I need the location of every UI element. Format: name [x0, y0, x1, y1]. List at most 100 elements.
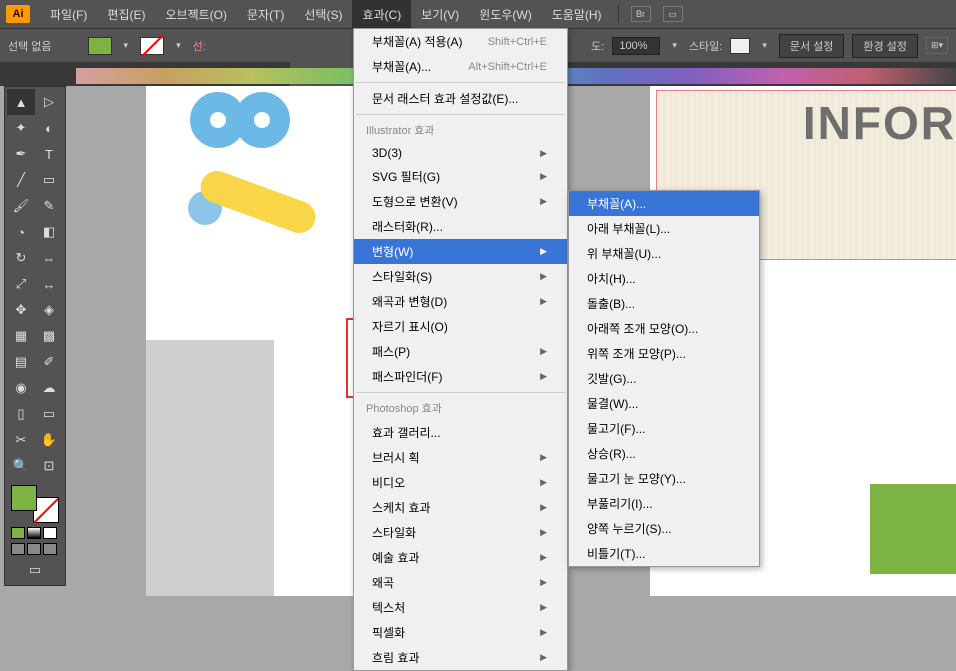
- warp-item[interactable]: 물고기(F)...: [569, 416, 759, 441]
- bridge-icon[interactable]: Br: [631, 6, 651, 22]
- warp-item[interactable]: 물고기 눈 모양(Y)...: [569, 466, 759, 491]
- mesh-tool[interactable]: ▩: [35, 323, 63, 349]
- menu-object[interactable]: 오브젝트(O): [155, 0, 237, 29]
- illustrator-effect-item[interactable]: 도형으로 변환(V)▶: [354, 189, 567, 214]
- illustrator-effect-item[interactable]: 왜곡과 변형(D)▶: [354, 289, 567, 314]
- arrange-icon[interactable]: ▭: [663, 6, 683, 22]
- zoom-tool[interactable]: 🔍: [7, 453, 35, 479]
- illustrator-effect-item[interactable]: 래스터화(R)...: [354, 214, 567, 239]
- free-transform-tool[interactable]: ✥: [7, 297, 35, 323]
- eraser-tool[interactable]: ◧: [35, 219, 63, 245]
- none-mode[interactable]: [43, 527, 57, 539]
- direct-selection-tool[interactable]: ▷: [35, 89, 63, 115]
- menu-last-effect[interactable]: 부채꼴(A)...Alt+Shift+Ctrl+E: [354, 54, 567, 79]
- photoshop-effect-item[interactable]: 예술 효과▶: [354, 545, 567, 570]
- main-menubar: Ai 파일(F) 편집(E) 오브젝트(O) 문자(T) 선택(S) 효과(C)…: [0, 0, 956, 28]
- illustrator-effect-item[interactable]: 변형(W)▶: [354, 239, 567, 264]
- warp-item[interactable]: 위쪽 조개 모양(P)...: [569, 341, 759, 366]
- menu-window[interactable]: 윈도우(W): [469, 0, 541, 29]
- warp-item[interactable]: 비틀기(T)...: [569, 541, 759, 566]
- pencil-tool[interactable]: ✎: [35, 193, 63, 219]
- warp-item[interactable]: 부채꼴(A)...: [569, 191, 759, 216]
- warp-item[interactable]: 상승(R)...: [569, 441, 759, 466]
- hand-tool[interactable]: ✋: [35, 427, 63, 453]
- photoshop-effect-item[interactable]: 비디오▶: [354, 470, 567, 495]
- menu-view[interactable]: 보기(V): [411, 0, 469, 29]
- menu-edit[interactable]: 편집(E): [97, 0, 155, 29]
- warp-item[interactable]: 아래 부채꼴(L)...: [569, 216, 759, 241]
- draw-behind[interactable]: [27, 543, 41, 555]
- stroke-swatch[interactable]: [140, 37, 164, 55]
- eyedropper-tool[interactable]: ✐: [35, 349, 63, 375]
- menu-file[interactable]: 파일(F): [40, 0, 97, 29]
- menu-effect[interactable]: 효과(C): [352, 0, 411, 29]
- lasso-tool[interactable]: ◐: [35, 115, 63, 141]
- menu-raster-settings[interactable]: 문서 래스터 효과 설정값(E)...: [354, 86, 567, 111]
- align-icon[interactable]: ⊞▾: [926, 37, 948, 54]
- photoshop-effect-item[interactable]: 왜곡▶: [354, 570, 567, 595]
- photoshop-effect-item[interactable]: 효과 갤러리...: [354, 420, 567, 445]
- type-tool[interactable]: T: [35, 141, 63, 167]
- magic-wand-tool[interactable]: ✦: [7, 115, 35, 141]
- pen-tool[interactable]: ✒: [7, 141, 35, 167]
- illustrator-effect-item[interactable]: SVG 필터(G)▶: [354, 164, 567, 189]
- fill-color[interactable]: [11, 485, 37, 511]
- doc-setup-button[interactable]: 문서 설정: [779, 34, 845, 58]
- prefs-button[interactable]: 환경 설정: [852, 34, 918, 58]
- symbol-tool[interactable]: ☁: [35, 375, 63, 401]
- shape-builder-tool[interactable]: ◈: [35, 297, 63, 323]
- photoshop-effect-item[interactable]: 스타일화▶: [354, 520, 567, 545]
- rotate-tool[interactable]: ↻: [7, 245, 35, 271]
- opacity-input[interactable]: [612, 37, 660, 55]
- selection-tool[interactable]: ▲: [7, 89, 35, 115]
- slice-tool[interactable]: ✂: [7, 427, 35, 453]
- illustrator-effect-item[interactable]: 3D(3)▶: [354, 142, 567, 164]
- line-tool[interactable]: ╱: [7, 167, 35, 193]
- illustrator-effect-item[interactable]: 스타일화(S)▶: [354, 264, 567, 289]
- draw-inside[interactable]: [43, 543, 57, 555]
- blend-tool[interactable]: ◉: [7, 375, 35, 401]
- toggle-tool[interactable]: ⊡: [35, 453, 63, 479]
- illustrator-effect-item[interactable]: 패스(P)▶: [354, 339, 567, 364]
- style-swatch[interactable]: [730, 38, 750, 54]
- screen-mode-button[interactable]: ▭: [7, 557, 63, 583]
- draw-normal[interactable]: [11, 543, 25, 555]
- gradient-mode[interactable]: [27, 527, 41, 539]
- stroke-dropdown[interactable]: ▾: [172, 40, 185, 51]
- fill-swatch[interactable]: [88, 37, 112, 55]
- graph-tool[interactable]: ▯: [7, 401, 35, 427]
- style-dropdown[interactable]: ▾: [758, 40, 771, 51]
- rectangle-tool[interactable]: ▭: [35, 167, 63, 193]
- paintbrush-tool[interactable]: 🖌: [7, 193, 35, 219]
- reflect-tool[interactable]: ⇔: [35, 245, 63, 271]
- photoshop-effect-item[interactable]: 흐림 효과▶: [354, 645, 567, 670]
- warp-item[interactable]: 아치(H)...: [569, 266, 759, 291]
- illustrator-effect-item[interactable]: 패스파인더(F)▶: [354, 364, 567, 389]
- width-tool[interactable]: ↔: [35, 271, 63, 297]
- fill-stroke-area[interactable]: [7, 483, 63, 525]
- photoshop-effect-item[interactable]: 브러시 획▶: [354, 445, 567, 470]
- menu-type[interactable]: 문자(T): [237, 0, 294, 29]
- photoshop-effect-item[interactable]: 스케치 효과▶: [354, 495, 567, 520]
- menu-select[interactable]: 선택(S): [294, 0, 352, 29]
- warp-item[interactable]: 위 부채꼴(U)...: [569, 241, 759, 266]
- perspective-tool[interactable]: ▦: [7, 323, 35, 349]
- fill-dropdown[interactable]: ▾: [120, 40, 133, 51]
- menu-help[interactable]: 도움말(H): [542, 0, 612, 29]
- opacity-dropdown[interactable]: ▾: [668, 40, 681, 51]
- illustrator-effect-item[interactable]: 자르기 표시(O): [354, 314, 567, 339]
- photoshop-effect-item[interactable]: 픽셀화▶: [354, 620, 567, 645]
- warp-item[interactable]: 아래쪽 조개 모양(O)...: [569, 316, 759, 341]
- warp-item[interactable]: 깃발(G)...: [569, 366, 759, 391]
- warp-item[interactable]: 부풀리기(I)...: [569, 491, 759, 516]
- artboard-tool[interactable]: ▭: [35, 401, 63, 427]
- warp-item[interactable]: 양쪽 누르기(S)...: [569, 516, 759, 541]
- warp-item[interactable]: 돌출(B)...: [569, 291, 759, 316]
- scale-tool[interactable]: ⤢: [7, 271, 35, 297]
- color-mode[interactable]: [11, 527, 25, 539]
- photoshop-effect-item[interactable]: 텍스처▶: [354, 595, 567, 620]
- blob-brush-tool[interactable]: ◔: [7, 219, 35, 245]
- warp-item[interactable]: 물결(W)...: [569, 391, 759, 416]
- menu-apply-effect[interactable]: 부채꼴(A) 적용(A)Shift+Ctrl+E: [354, 29, 567, 54]
- gradient-tool[interactable]: ▤: [7, 349, 35, 375]
